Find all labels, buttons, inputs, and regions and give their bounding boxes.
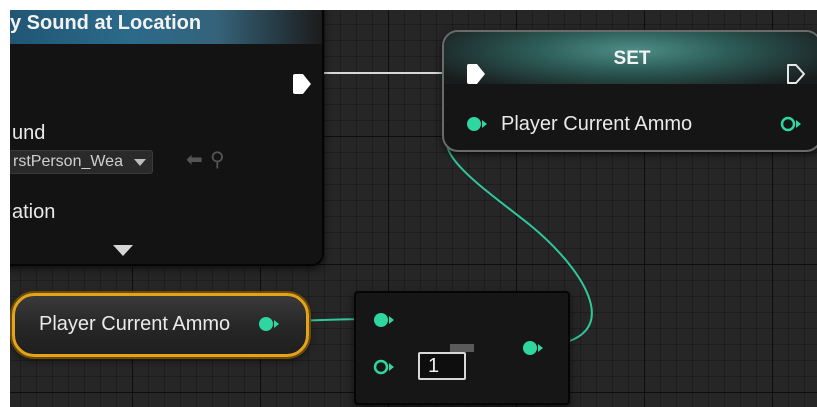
browse-asset-search-icon[interactable]: ⚲ bbox=[210, 150, 225, 170]
exec-output-pin[interactable] bbox=[786, 63, 806, 85]
ammo-input-pin[interactable] bbox=[466, 116, 488, 132]
exec-output-pin[interactable] bbox=[293, 74, 311, 94]
add-value-field[interactable]: 1 bbox=[418, 352, 466, 380]
blueprint-graph-canvas[interactable]: y Sound at Location und rstPerson_Wea ⬅ … bbox=[10, 10, 817, 407]
add-int-node[interactable]: 1 bbox=[354, 291, 570, 405]
set-variable-node[interactable]: SET Player Current Ammo bbox=[442, 30, 817, 152]
sound-asset-value: rstPerson_Wea bbox=[13, 153, 123, 170]
chevron-down-icon[interactable] bbox=[134, 159, 146, 166]
node-title: SET bbox=[613, 48, 651, 69]
ammo-output-pin[interactable] bbox=[780, 116, 802, 132]
use-selected-asset-arrow-icon[interactable]: ⬅ bbox=[186, 150, 203, 170]
player-current-ammo-getter-node[interactable]: Player Current Ammo bbox=[12, 293, 309, 357]
add-input-a-pin[interactable] bbox=[373, 312, 395, 328]
field-tab bbox=[450, 344, 474, 352]
sound-asset-dropdown[interactable]: rstPerson_Wea bbox=[10, 150, 153, 174]
play-sound-at-location-node[interactable]: y Sound at Location und rstPerson_Wea ⬅ … bbox=[10, 10, 324, 266]
expand-advanced-arrow-icon[interactable] bbox=[113, 245, 133, 256]
getter-label: Player Current Ammo bbox=[39, 313, 231, 335]
node-title: y Sound at Location bbox=[10, 12, 202, 34]
location-pin-label: ation bbox=[12, 201, 56, 223]
getter-output-pin[interactable] bbox=[258, 316, 280, 332]
add-input-b-pin[interactable] bbox=[373, 359, 395, 375]
add-output-pin[interactable] bbox=[522, 340, 544, 356]
set-pin-label: Player Current Ammo bbox=[501, 113, 693, 135]
sound-pin-label: und bbox=[12, 122, 46, 144]
